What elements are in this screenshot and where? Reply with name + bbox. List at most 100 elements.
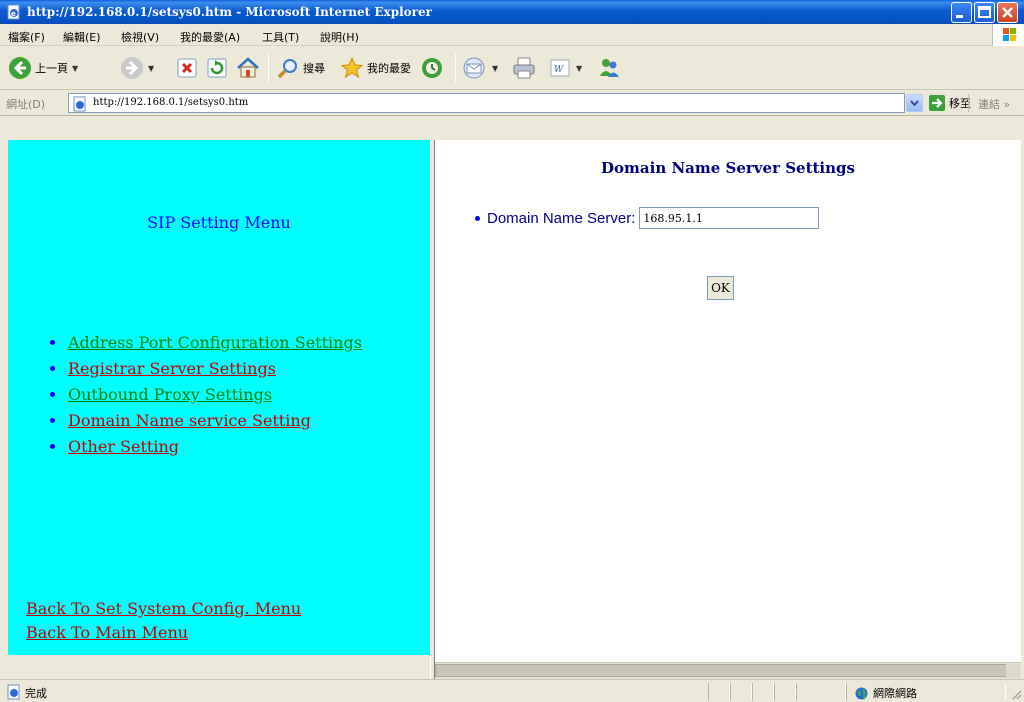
dns-label: Domain Name Server: [487, 209, 636, 227]
links-label: 連結 [978, 98, 1000, 111]
bullet-icon [50, 444, 55, 449]
forward-arrow-icon [121, 57, 143, 79]
back-button[interactable]: 上一頁 ▼ [8, 52, 78, 84]
edit-word-button[interactable]: W ▼ [548, 52, 582, 84]
favorites-star-icon [340, 56, 364, 79]
bullet-icon [50, 392, 55, 397]
messenger-icon [600, 59, 619, 77]
status-text: 完成 [25, 687, 47, 700]
forward-button[interactable]: ▼ [120, 52, 154, 84]
toolbar: 上一頁 ▼ ▼ 搜尋 我的最愛 ▼ W ▼ [0, 46, 1024, 90]
nav-link-registrar-server[interactable]: Registrar Server Settings [68, 356, 276, 382]
minimize-icon [956, 15, 963, 18]
list-item: Address Port Configuration Settings [50, 330, 362, 356]
toolbar-separator-2 [455, 54, 456, 82]
svg-text:W: W [554, 65, 564, 75]
forward-dropdown-icon[interactable]: ▼ [148, 64, 154, 73]
nav-link-address-port[interactable]: Address Port Configuration Settings [68, 330, 362, 356]
menu-bar: 檔案(F) 編輯(E) 檢視(V) 我的最愛(A) 工具(T) 說明(H) [0, 24, 1024, 46]
address-dropdown-button[interactable] [906, 94, 923, 112]
dns-field-row: Domain Name Server: [475, 207, 820, 229]
back-to-system-config-link[interactable]: Back To Set System Config. Menu [26, 597, 301, 621]
history-button[interactable] [420, 52, 444, 84]
minimize-button[interactable] [951, 2, 972, 23]
mail-button[interactable]: ▼ [462, 52, 498, 84]
page-done-icon [7, 684, 20, 700]
list-item: Other Setting [50, 434, 362, 460]
page-title: Domain Name Server Settings [601, 159, 855, 177]
bullet-icon [50, 418, 55, 423]
horizontal-scrollbar[interactable] [435, 662, 1021, 679]
home-button[interactable] [236, 52, 260, 84]
stop-button[interactable] [176, 52, 198, 84]
links-button[interactable]: 連結 » [978, 96, 1010, 112]
status-panel [774, 683, 796, 701]
title-bar: e http://192.168.0.1/setsys0.htm - Micro… [0, 0, 1024, 24]
address-input[interactable]: http://192.168.0.1/setsys0.htm [68, 93, 905, 113]
content-area: SIP Setting Menu Address Port Configurat… [0, 117, 1024, 680]
back-dropdown-icon[interactable]: ▼ [72, 64, 78, 73]
printer-icon [513, 57, 535, 79]
back-arrow-icon [9, 57, 31, 79]
address-label: 網址(D) [6, 98, 46, 111]
list-item: Domain Name service Setting [50, 408, 362, 434]
nav-link-outbound-proxy[interactable]: Outbound Proxy Settings [68, 382, 272, 408]
left-frame: SIP Setting Menu Address Port Configurat… [8, 140, 430, 655]
dns-server-input[interactable] [639, 207, 820, 229]
ie-page-icon [73, 96, 86, 112]
globe-icon [855, 687, 868, 699]
edit-dropdown-icon[interactable]: ▼ [576, 64, 582, 73]
menu-edit[interactable]: 編輯(E) [63, 29, 101, 45]
print-button[interactable] [512, 52, 536, 84]
menu-help[interactable]: 說明(H) [320, 29, 359, 45]
toolbar-separator [268, 54, 269, 82]
list-item: Registrar Server Settings [50, 356, 362, 382]
status-panel [708, 683, 730, 701]
chevron-down-icon [910, 100, 919, 107]
nav-list: Address Port Configuration Settings Regi… [50, 330, 362, 460]
list-item: Outbound Proxy Settings [50, 382, 362, 408]
menu-view[interactable]: 檢視(V) [121, 29, 159, 45]
windows-logo [992, 24, 1024, 46]
menu-tools[interactable]: 工具(T) [262, 29, 299, 45]
resize-grip-icon[interactable] [1010, 688, 1022, 700]
back-to-main-menu-link[interactable]: Back To Main Menu [26, 621, 301, 645]
home-icon [237, 57, 259, 78]
menu-file[interactable]: 檔案(F) [8, 29, 45, 45]
mail-dropdown-icon[interactable]: ▼ [492, 64, 498, 73]
back-label: 上一頁 [35, 62, 68, 75]
maximize-button[interactable] [974, 2, 995, 23]
search-label: 搜尋 [303, 62, 325, 75]
favorites-button[interactable]: 我的最愛 [340, 52, 411, 84]
refresh-icon [207, 58, 227, 78]
go-arrow-icon [929, 95, 945, 111]
status-panel [796, 683, 846, 701]
messenger-button[interactable] [597, 52, 621, 84]
ok-button[interactable]: OK [707, 276, 734, 300]
word-document-icon: W [550, 59, 570, 77]
bullet-icon [50, 366, 55, 371]
status-panel [752, 683, 774, 701]
window-title: http://192.168.0.1/setsys0.htm - Microso… [27, 5, 432, 19]
close-icon [1002, 7, 1013, 18]
status-panel [730, 683, 752, 701]
scrollbar-thumb[interactable] [435, 664, 1007, 677]
browser-window: e http://192.168.0.1/setsys0.htm - Micro… [0, 0, 1024, 702]
nav-link-other-setting[interactable]: Other Setting [68, 434, 179, 460]
bullet-icon [50, 340, 55, 345]
nav-link-domain-name-service[interactable]: Domain Name service Setting [68, 408, 311, 434]
security-zone: 網際網路 [855, 685, 917, 701]
scroll-right-arrow-icon[interactable] [1006, 664, 1020, 678]
links-separator [968, 94, 969, 112]
menu-favorites[interactable]: 我的最愛(A) [180, 29, 240, 45]
close-button[interactable] [997, 2, 1018, 23]
right-frame: Domain Name Server Settings Domain Name … [435, 140, 1021, 662]
favorites-label: 我的最愛 [367, 62, 411, 75]
chevron-right-icon: » [1003, 98, 1011, 111]
search-button[interactable]: 搜尋 [276, 52, 325, 84]
go-button[interactable]: 移至 [928, 94, 971, 112]
bullet-icon [475, 215, 480, 221]
search-icon [277, 59, 297, 79]
refresh-button[interactable] [206, 52, 228, 84]
sip-menu-title: SIP Setting Menu [147, 213, 291, 232]
